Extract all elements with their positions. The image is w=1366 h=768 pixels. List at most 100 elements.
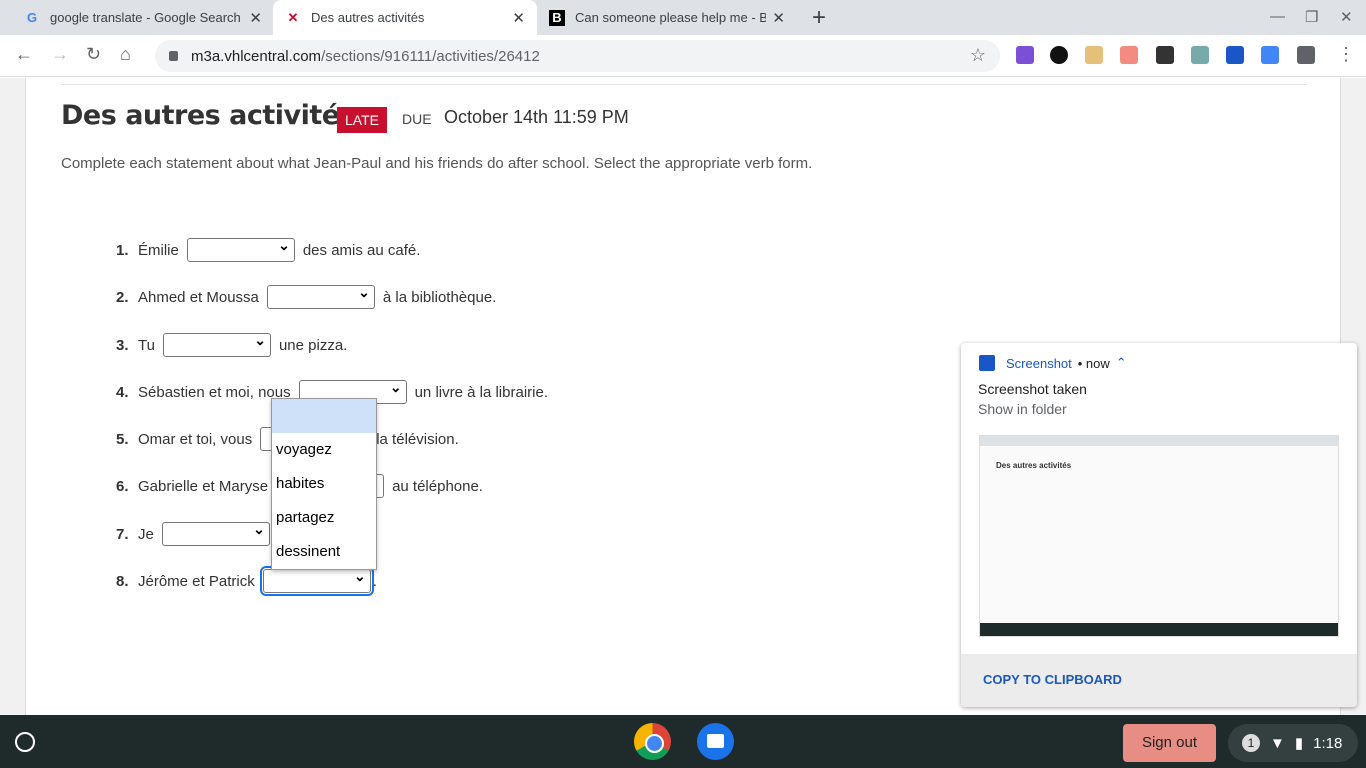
url-path: /sections/916111/activities/26412 [321, 47, 540, 65]
close-tab-icon[interactable]: ✕ [772, 9, 785, 27]
sign-out-button[interactable]: Sign out [1123, 724, 1216, 762]
wifi-icon: ▼ [1270, 734, 1285, 752]
due-label: DUE [402, 111, 432, 127]
close-tab-icon[interactable]: ✕ [249, 9, 262, 27]
question-number: 8. [116, 572, 129, 590]
question-text: la télévision. [376, 430, 459, 448]
clock: 1:18 [1313, 734, 1343, 752]
dropdown-option[interactable]: habites [272, 467, 376, 501]
power-extension-icon[interactable] [1050, 46, 1068, 64]
question-text: Omar et toi, vous [138, 430, 253, 448]
late-badge: LATE [337, 107, 387, 133]
due-date: October 14th 11:59 PM [444, 107, 629, 127]
thumbnail-title: Des autres activités [996, 461, 1072, 470]
question-text: Tu [138, 336, 155, 354]
notification-time: • now [1077, 355, 1110, 371]
close-window-button[interactable]: ✕ [1340, 8, 1353, 26]
minimize-button[interactable]: — [1270, 8, 1285, 25]
dropdown-option[interactable]: voyagez [272, 433, 376, 467]
tab-title: Can someone please help me - B [575, 10, 767, 25]
question-2: 2. Ahmed et Moussa à la bibliothèque. [116, 284, 496, 310]
extension-icon[interactable] [1085, 46, 1103, 64]
files-icon[interactable] [697, 723, 734, 760]
question-number: 3. [116, 336, 129, 354]
question-text: des amis au café. [302, 241, 421, 259]
back-button[interactable]: ← [15, 44, 33, 65]
question-text: au téléphone. [392, 477, 483, 495]
restore-button[interactable]: ❐ [1305, 8, 1318, 26]
divider [61, 84, 1307, 85]
forward-button[interactable]: → [51, 44, 69, 65]
launcher-icon[interactable] [15, 732, 35, 752]
question-text: Ahmed et Moussa [138, 288, 259, 306]
question-text: Sébastien et moi, nous [138, 383, 291, 401]
question-number: 7. [116, 525, 129, 543]
question-text: Émilie [138, 241, 179, 259]
address-bar[interactable]: m3a.vhlcentral.com/sections/916111/activ… [155, 40, 1000, 72]
url-host: m3a.vhlcentral.com [191, 47, 322, 65]
extension-icon[interactable] [1120, 46, 1138, 64]
puzzle-extensions-icon[interactable] [1297, 46, 1315, 64]
dropdown-option[interactable]: dessinent [272, 535, 376, 569]
answer-select-1[interactable] [186, 237, 295, 262]
screenshot-thumbnail[interactable]: Des autres activités [979, 435, 1339, 637]
reload-button[interactable]: ↻ [86, 44, 101, 65]
answer-select-8[interactable] [259, 566, 374, 596]
tab-brainly[interactable]: B Can someone please help me - B ✕ [537, 0, 797, 35]
notification-app: Screenshot [1006, 355, 1072, 371]
question-1: 1. Émilie des amis au café. [116, 237, 420, 263]
shelf: Sign out 1 ▼ ▮ 1:18 [0, 715, 1366, 768]
extension-icon[interactable] [1261, 46, 1279, 64]
screenshot-notification[interactable]: Screenshot • now ⌃ Screenshot taken Show i… [961, 343, 1357, 707]
question-number: 4. [116, 383, 129, 401]
menu-kebab-icon[interactable]: ⋮ [1337, 44, 1355, 65]
question-3: 3. Tu une pizza. [116, 332, 347, 358]
copy-to-clipboard-button[interactable]: COPY TO CLIPBOARD [983, 672, 1122, 687]
extension-icon[interactable] [1226, 46, 1244, 64]
tab-google-translate[interactable]: G google translate - Google Search ✕ [12, 0, 274, 35]
dropdown-option-blank[interactable] [272, 399, 376, 433]
chevron-up-icon[interactable]: ⌃ [1116, 355, 1127, 371]
qr-code-icon[interactable] [1156, 46, 1174, 64]
battery-icon: ▮ [1294, 735, 1304, 752]
chrome-icon[interactable] [634, 723, 671, 760]
tab-des-autres-activites[interactable]: ✕ Des autres activités ✕ [273, 0, 537, 35]
answer-select-3[interactable] [162, 332, 271, 357]
notification-count-badge: 1 [1242, 734, 1260, 752]
question-text: Je [138, 525, 154, 543]
question-text: une pizza. [278, 336, 348, 354]
question-number: 1. [116, 241, 129, 259]
question-text: . [372, 572, 377, 590]
question-number: 5. [116, 430, 129, 448]
tab-strip: G google translate - Google Search ✕ ✕ D… [0, 0, 1366, 35]
question-text: Jérôme et Patrick [138, 572, 255, 590]
toolbar: ← → ↻ ⌂ m3a.vhlcentral.com/sections/9161… [0, 35, 1366, 77]
show-in-folder-link[interactable]: Show in folder [978, 401, 1067, 417]
bookmark-star-icon[interactable]: ☆ [970, 45, 986, 66]
image-icon [979, 355, 995, 371]
tab-title: google translate - Google Search [50, 10, 241, 25]
lock-icon [169, 51, 178, 61]
page-title: Des autres activités [61, 100, 356, 131]
answer-select-7[interactable] [161, 521, 270, 546]
instructions: Complete each statement about what Jean-… [61, 155, 813, 172]
tab-title: Des autres activités [311, 10, 425, 25]
dropdown-option[interactable]: partagez [272, 501, 376, 535]
question-number: 6. [116, 477, 129, 495]
answer-select-2[interactable] [266, 284, 375, 309]
new-tab-button[interactable]: + [812, 4, 826, 32]
question-7: 7. Je [116, 521, 278, 547]
notification-title: Screenshot taken [978, 381, 1087, 397]
question-8: 8. Jérôme et Patrick. [116, 566, 377, 596]
google-icon: G [26, 10, 38, 25]
brainly-icon: B [549, 9, 565, 26]
extension-icon[interactable] [1191, 46, 1209, 64]
select-dropdown-list: voyagez habites partagez dessinent [271, 398, 377, 570]
status-tray[interactable]: 1 ▼ ▮ 1:18 [1228, 724, 1358, 762]
home-button[interactable]: ⌂ [120, 44, 131, 65]
close-tab-icon[interactable]: ✕ [512, 9, 525, 27]
question-text: Gabrielle et Maryse [138, 477, 269, 495]
extension-icon[interactable] [1016, 46, 1034, 64]
question-text: un livre à la librairie. [414, 383, 548, 401]
question-text: à la bibliothèque. [382, 288, 497, 306]
